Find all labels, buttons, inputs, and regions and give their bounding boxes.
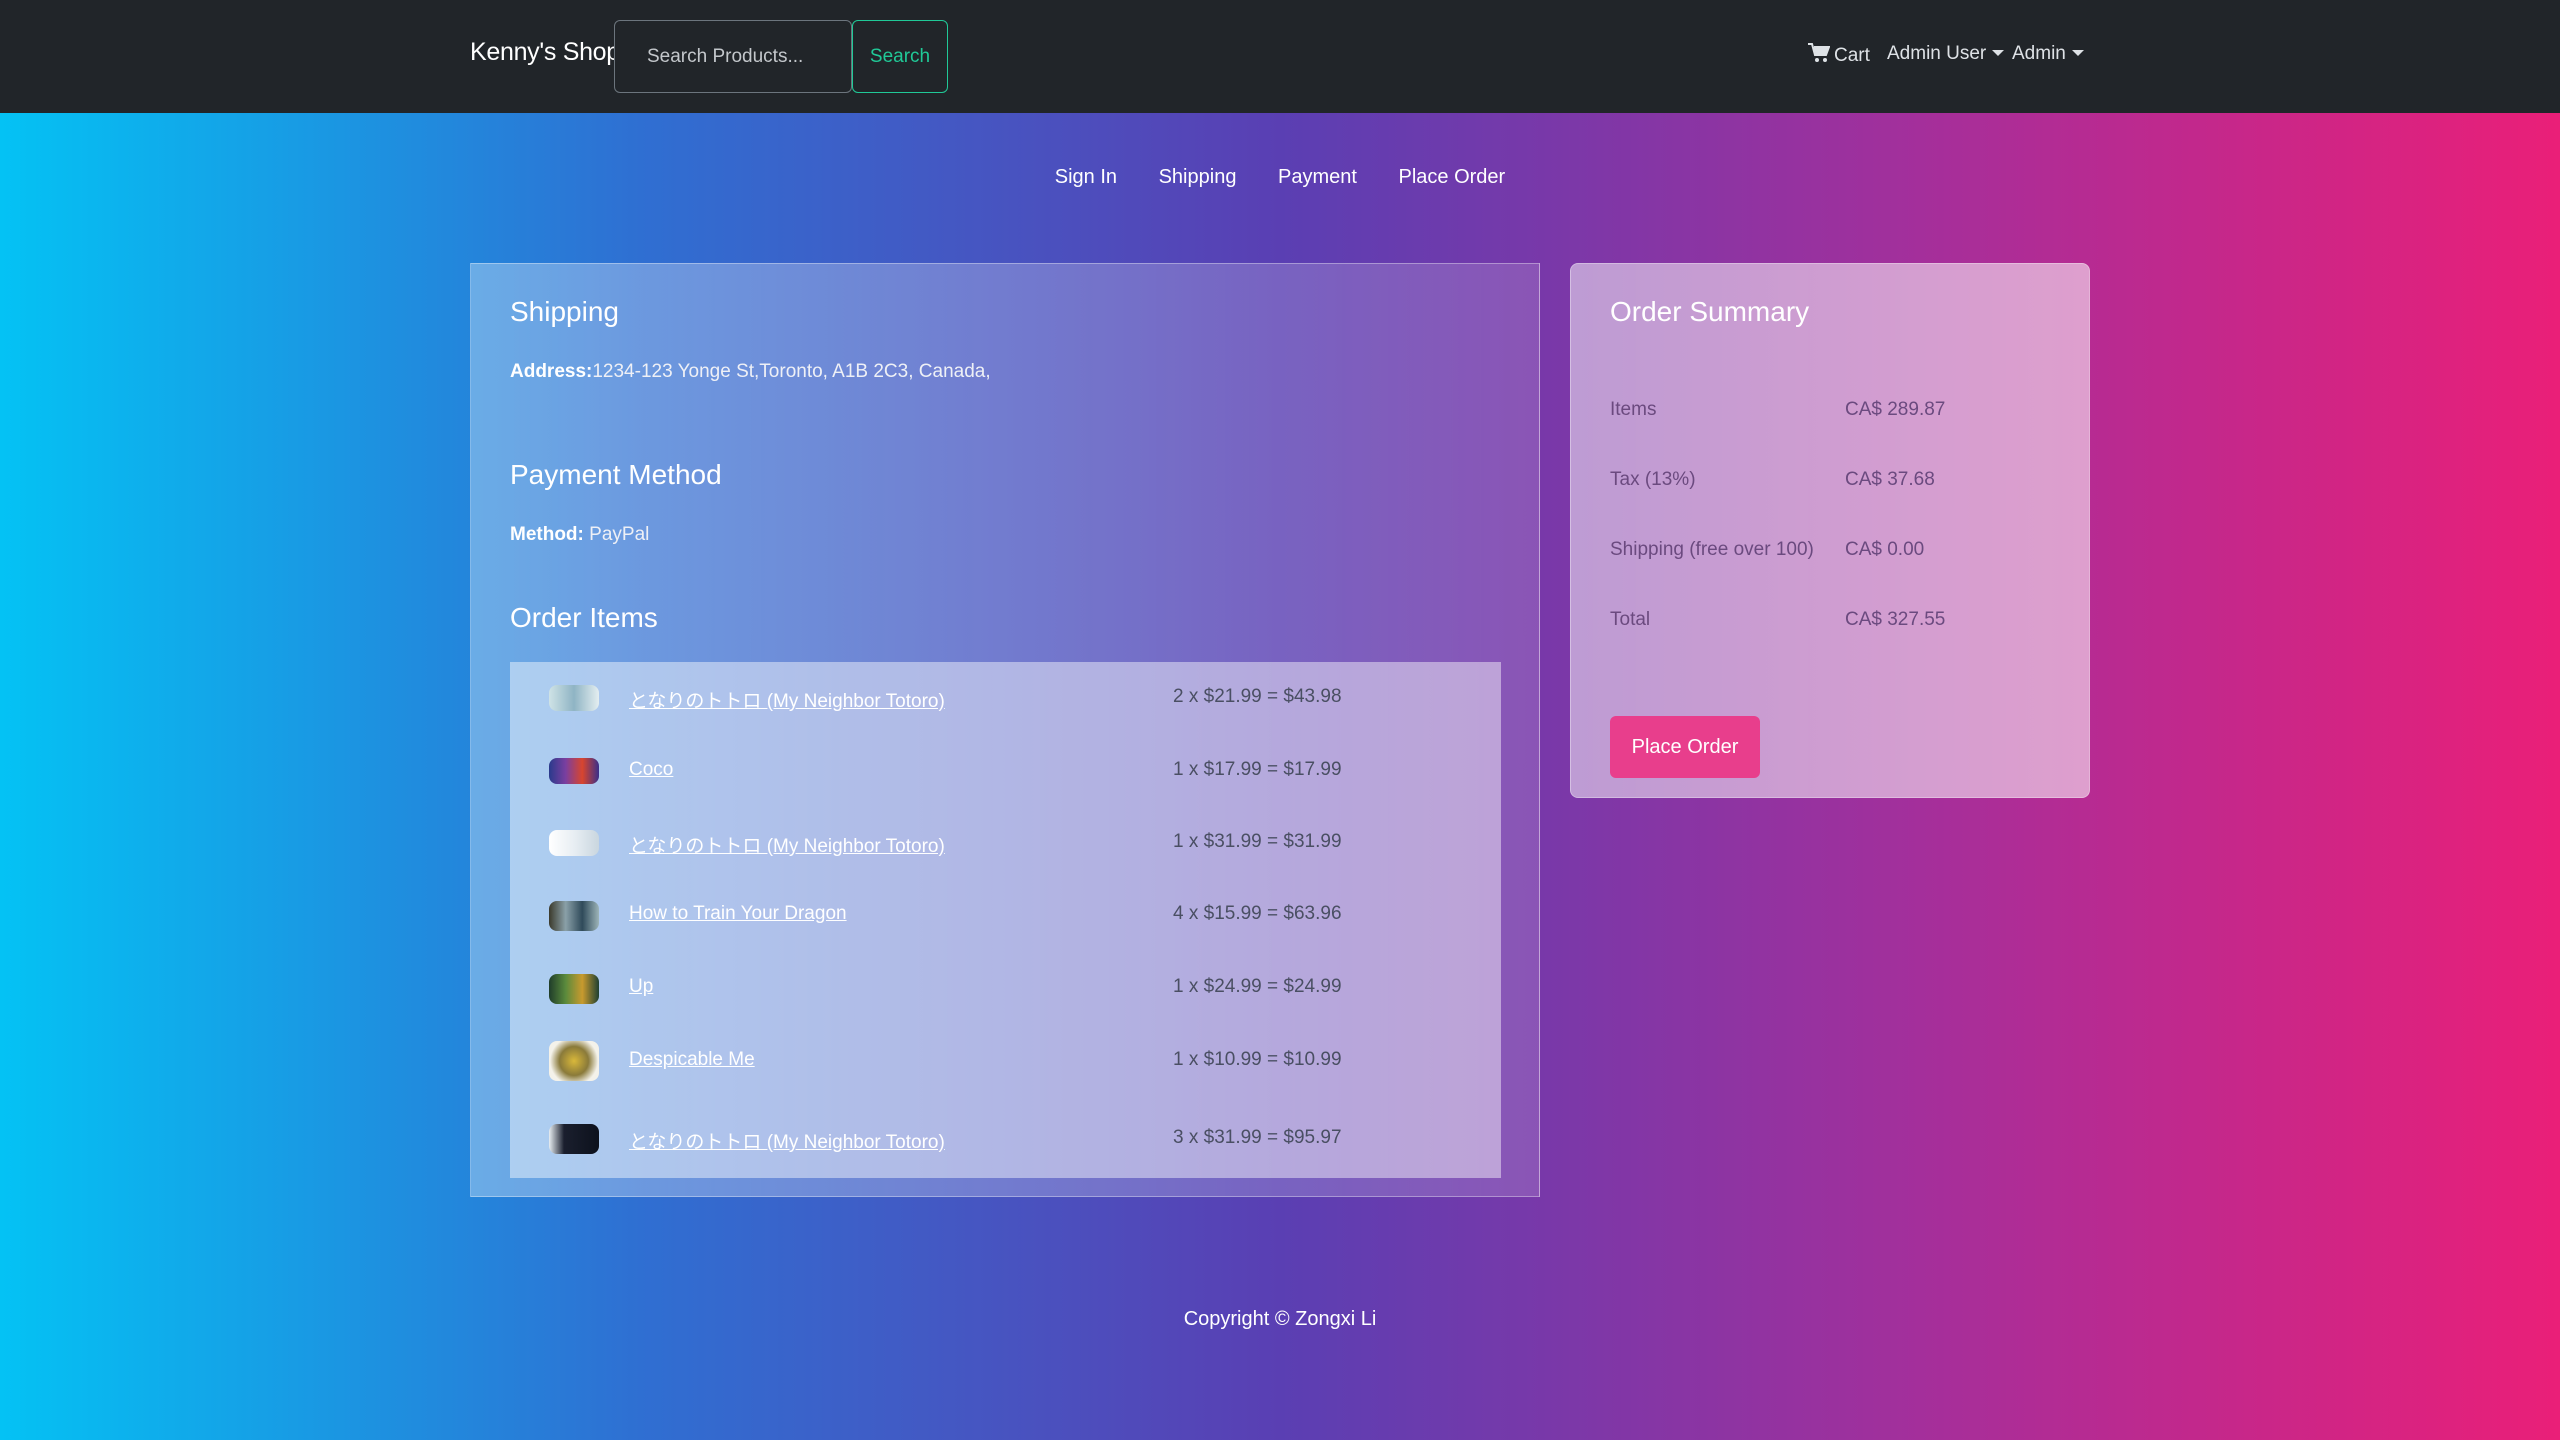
item-price: 4 x $15.99 = $63.96 [1173, 903, 1342, 924]
list-item: Despicable Me 1 x $10.99 = $10.99 [510, 1041, 1501, 1081]
item-price: 1 x $10.99 = $10.99 [1173, 1049, 1342, 1070]
summary-items-value: CA$ 289.87 [1845, 399, 1946, 420]
address-value: 1234-123 Yonge St,Toronto, A1B 2C3, Cana… [592, 361, 991, 382]
step-place-order[interactable]: Place Order [1399, 166, 1506, 189]
order-details-card: Shipping Address:1234-123 Yonge St,Toron… [470, 263, 1540, 1197]
brand-logo[interactable]: Kenny's Shop [470, 38, 620, 67]
shipping-title: Shipping [510, 296, 619, 327]
chevron-down-icon [2071, 50, 2084, 56]
navbar: Kenny's Shop Search Cart Admin User Admi… [0, 0, 2560, 113]
cart-link[interactable]: Cart [1808, 43, 1870, 69]
summary-tax-label: Tax (13%) [1610, 469, 1696, 490]
payment-method: Method: PayPal [510, 524, 649, 546]
product-link[interactable]: となりのトトロ (My Neighbor Totoro) [629, 1127, 945, 1154]
list-item: How to Train Your Dragon 4 x $15.99 = $6… [510, 895, 1501, 935]
step-payment[interactable]: Payment [1278, 166, 1357, 189]
shipping-address: Address:1234-123 Yonge St,Toronto, A1B 2… [510, 361, 991, 383]
item-price: 1 x $17.99 = $17.99 [1173, 759, 1342, 780]
footer-copyright: Copyright © Zongxi Li [1183, 1308, 1377, 1330]
product-thumbnail[interactable] [549, 758, 599, 784]
order-items-title: Order Items [510, 602, 658, 633]
admin-menu[interactable]: Admin [2012, 43, 2084, 65]
item-price: 1 x $24.99 = $24.99 [1173, 976, 1342, 997]
product-thumbnail[interactable] [549, 901, 599, 931]
method-value: PayPal [589, 524, 650, 545]
product-thumbnail[interactable] [549, 830, 599, 856]
item-price: 1 x $31.99 = $31.99 [1173, 831, 1342, 852]
product-thumbnail[interactable] [549, 685, 599, 711]
summary-shipping-label: Shipping (free over 100) [1610, 539, 1814, 560]
method-label: Method: [510, 524, 584, 545]
admin-menu-label: Admin [2012, 43, 2066, 64]
summary-total-label: Total [1610, 609, 1651, 630]
list-item: となりのトトロ (My Neighbor Totoro) 2 x $21.99 … [510, 678, 1501, 718]
summary-total-value: CA$ 327.55 [1845, 609, 1946, 630]
product-link[interactable]: となりのトトロ (My Neighbor Totoro) [629, 831, 945, 858]
payment-method-title: Payment Method [510, 459, 722, 490]
product-thumbnail[interactable] [549, 974, 599, 1004]
summary-tax-value: CA$ 37.68 [1845, 469, 1935, 490]
place-order-button[interactable]: Place Order [1610, 716, 1760, 778]
checkout-steps: Sign In Shipping Payment Place Order [0, 166, 2560, 189]
list-item: となりのトトロ (My Neighbor Totoro) 1 x $31.99 … [510, 823, 1501, 863]
summary-items-label: Items [1610, 399, 1657, 420]
step-sign-in[interactable]: Sign In [1055, 166, 1117, 189]
search-button[interactable]: Search [852, 20, 948, 93]
product-link[interactable]: となりのトトロ (My Neighbor Totoro) [629, 686, 945, 713]
item-price: 2 x $21.99 = $43.98 [1173, 686, 1342, 707]
product-thumbnail[interactable] [549, 1124, 599, 1154]
product-thumbnail[interactable] [549, 1041, 599, 1081]
order-summary-title: Order Summary [1610, 296, 1810, 327]
cart-icon [1808, 43, 1831, 69]
user-menu-label: Admin User [1887, 43, 1987, 64]
step-shipping[interactable]: Shipping [1159, 166, 1237, 189]
address-label: Address: [510, 361, 593, 382]
product-link[interactable]: Coco [629, 759, 673, 781]
order-summary-card: Order Summary Items CA$ 289.87 Tax (13%)… [1570, 263, 2090, 798]
summary-shipping-value: CA$ 0.00 [1845, 539, 1925, 560]
item-price: 3 x $31.99 = $95.97 [1173, 1127, 1342, 1148]
product-link[interactable]: Despicable Me [629, 1049, 755, 1071]
list-item: となりのトトロ (My Neighbor Totoro) 3 x $31.99 … [510, 1119, 1501, 1159]
list-item: Up 1 x $24.99 = $24.99 [510, 968, 1501, 1008]
search-input[interactable] [614, 20, 852, 93]
list-item: Coco 1 x $17.99 = $17.99 [510, 751, 1501, 791]
product-link[interactable]: Up [629, 976, 653, 998]
user-menu[interactable]: Admin User [1887, 43, 2005, 65]
product-link[interactable]: How to Train Your Dragon [629, 903, 847, 925]
order-items-list: となりのトトロ (My Neighbor Totoro) 2 x $21.99 … [510, 662, 1501, 1178]
cart-label: Cart [1834, 45, 1870, 66]
chevron-down-icon [1992, 50, 2005, 56]
